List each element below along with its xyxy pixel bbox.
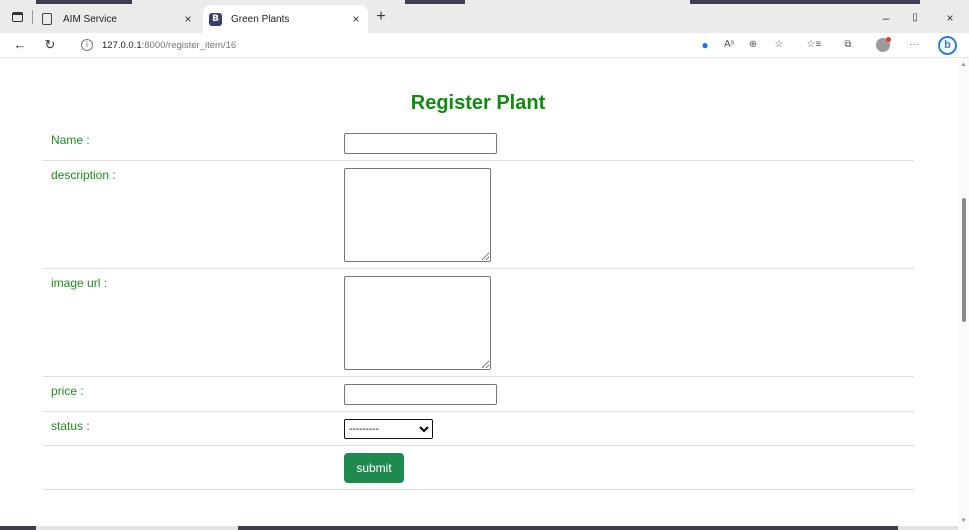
- close-tab-icon[interactable]: ×: [348, 12, 364, 26]
- close-tab-icon[interactable]: ×: [180, 12, 196, 26]
- browser-tab-bar: AIM Service × B Green Plants × + – ▯ ×: [0, 0, 969, 33]
- top-strip-segment: [405, 0, 465, 4]
- page-title: Register Plant: [410, 92, 546, 114]
- form-row-description: description :: [43, 160, 914, 269]
- form-row-status: status : ---------: [43, 411, 914, 446]
- description-label: description :: [43, 160, 336, 269]
- tab-actions-menu-icon[interactable]: [12, 12, 23, 22]
- image-url-textarea[interactable]: [344, 276, 491, 370]
- name-input[interactable]: [344, 133, 497, 154]
- status-select[interactable]: ---------: [344, 419, 433, 439]
- url-text: 127.0.0.1:8000/register_item/16: [102, 40, 236, 51]
- favorites-list-icon[interactable]: ☆≡: [806, 37, 822, 53]
- restore-button[interactable]: ▯: [905, 10, 925, 26]
- bottom-strip-segment: [238, 526, 898, 530]
- description-field-cell: [336, 160, 914, 269]
- price-input[interactable]: [344, 384, 497, 405]
- image-url-field-cell: [336, 268, 914, 377]
- notification-dot: [886, 37, 891, 42]
- read-aloud-icon[interactable]: Aˢ: [721, 37, 737, 53]
- empty-label-cell: [43, 445, 336, 490]
- tab-green-plants[interactable]: B Green Plants ×: [203, 5, 368, 33]
- new-tab-button[interactable]: +: [373, 9, 389, 25]
- price-label: price :: [43, 376, 336, 412]
- page-icon: [42, 13, 52, 25]
- name-field-cell: [336, 126, 914, 161]
- url-host: 127.0.0.1: [102, 39, 142, 51]
- submit-button[interactable]: submit: [344, 453, 404, 483]
- scroll-up-arrow-icon[interactable]: ▲: [958, 60, 969, 70]
- url-path: :8000/register_item/16: [141, 39, 237, 51]
- image-url-label: image url :: [43, 268, 336, 377]
- name-label: Name :: [43, 126, 336, 161]
- form-row-price: price :: [43, 376, 914, 412]
- tab-aim-service[interactable]: AIM Service ×: [37, 5, 200, 33]
- refresh-icon[interactable]: ↻: [42, 36, 58, 54]
- bing-icon[interactable]: b: [938, 36, 957, 55]
- form-row-image-url: image url :: [43, 268, 914, 377]
- description-textarea[interactable]: [344, 168, 491, 262]
- bottom-edge-strip: [0, 526, 958, 530]
- scrollbar-thumb[interactable]: [962, 198, 966, 322]
- register-plant-form: Name : description : image url : price :…: [43, 126, 914, 490]
- form-row-submit: submit: [43, 445, 914, 490]
- page-scrollbar[interactable]: ▲ ▼: [958, 58, 969, 530]
- tag-icon[interactable]: ●: [697, 37, 713, 53]
- more-icon[interactable]: ···: [906, 37, 922, 53]
- page-content: Register Plant Name : description : imag…: [0, 58, 958, 526]
- tab-label: Green Plants: [231, 13, 290, 25]
- collections-icon[interactable]: ⧉: [840, 37, 856, 53]
- favorite-icon[interactable]: ☆: [771, 37, 787, 53]
- scroll-down-arrow-icon[interactable]: ▼: [958, 516, 969, 526]
- browser-toolbar: ← ↻ i 127.0.0.1:8000/register_item/16 ● …: [0, 33, 969, 57]
- status-field-cell: ---------: [336, 411, 914, 446]
- back-arrow-icon[interactable]: ←: [12, 36, 28, 54]
- tab-separator: [32, 10, 33, 24]
- site-info-icon[interactable]: i: [81, 39, 93, 51]
- top-strip-segment: [36, 0, 132, 4]
- close-window-button[interactable]: ×: [940, 10, 960, 26]
- minimize-button[interactable]: –: [876, 10, 896, 26]
- submit-cell: submit: [336, 445, 914, 490]
- tab-label: AIM Service: [63, 13, 117, 25]
- bottom-strip-segment: [0, 526, 36, 530]
- site-favicon-icon: B: [209, 12, 222, 26]
- zoom-icon[interactable]: ⊕: [745, 37, 761, 53]
- form-row-name: Name :: [43, 126, 914, 161]
- status-label: status :: [43, 411, 336, 446]
- top-strip-segment: [690, 0, 920, 4]
- price-field-cell: [336, 376, 914, 412]
